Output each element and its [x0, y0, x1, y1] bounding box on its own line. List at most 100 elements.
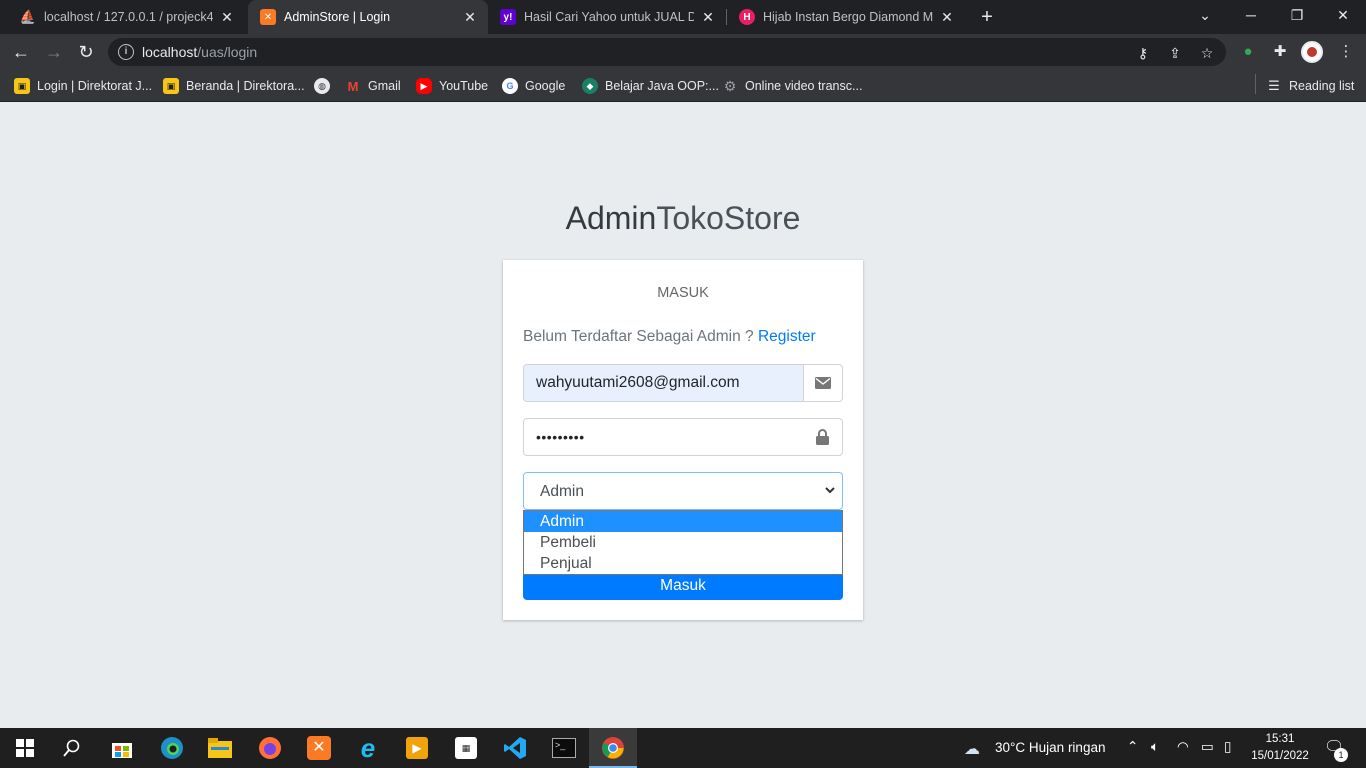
- bookmark-item[interactable]: ◍: [314, 77, 337, 95]
- bookmark-item[interactable]: G Google: [502, 77, 565, 95]
- share-icon[interactable]: ⇪: [1166, 44, 1184, 62]
- close-tab-icon[interactable]: ✕: [939, 9, 955, 26]
- clock-date: 15/01/2022: [1251, 750, 1309, 762]
- vscode-icon[interactable]: [501, 734, 529, 762]
- tab-hijab[interactable]: H Hijab Instan Bergo Diamond Mar ✕: [727, 0, 965, 34]
- edge-icon[interactable]: [158, 734, 186, 762]
- puzzle-icon[interactable]: ✚: [1270, 42, 1290, 62]
- clock-time: 15:31: [1265, 733, 1295, 745]
- key-icon[interactable]: ⚷: [1134, 44, 1152, 62]
- reading-list-button[interactable]: ☰ Reading list: [1266, 77, 1354, 95]
- reload-icon[interactable]: ↻: [74, 40, 98, 64]
- bookmark-label: Gmail: [368, 79, 401, 93]
- bookmark-star-icon[interactable]: ☆: [1198, 44, 1216, 62]
- weather-text[interactable]: 30°C Hujan ringan: [995, 740, 1105, 755]
- store-icon[interactable]: [108, 734, 136, 762]
- wifi-icon[interactable]: ◠: [1177, 739, 1189, 755]
- terminal-icon[interactable]: >_: [550, 734, 578, 762]
- weather-cloud-icon[interactable]: ☁: [964, 739, 980, 759]
- bookmark-item[interactable]: M Gmail: [345, 77, 401, 95]
- password-field-group: [523, 418, 843, 456]
- bookmark-label: Belajar Java OOP:...: [605, 79, 719, 93]
- close-tab-icon[interactable]: ✕: [219, 9, 235, 26]
- internet-explorer-icon[interactable]: e: [354, 734, 382, 762]
- email-field-group: [523, 364, 843, 402]
- battery-icon[interactable]: ▭: [1201, 739, 1214, 755]
- gmail-icon: M: [347, 78, 359, 94]
- tab-title: Hasil Cari Yahoo untuk JUAL DETA: [524, 10, 694, 24]
- bookmark-item[interactable]: ⚙ Online video transc...: [722, 77, 863, 95]
- brand-light: TokoStore: [656, 200, 801, 236]
- brand-bold: Admin: [565, 200, 657, 236]
- bookmark-item[interactable]: ◆ Belajar Java OOP:...: [582, 77, 719, 95]
- tab-title: localhost / 127.0.0.1 / projeck4 | p: [44, 10, 213, 24]
- firefox-icon[interactable]: [256, 734, 284, 762]
- back-icon[interactable]: ←: [9, 40, 33, 64]
- forward-icon[interactable]: →: [42, 40, 66, 64]
- login-card-title: MASUK: [657, 285, 709, 301]
- site-info-icon[interactable]: i: [118, 44, 134, 60]
- java-icon: ◆: [582, 78, 598, 94]
- search-icon[interactable]: [58, 734, 86, 762]
- bookmark-label: YouTube: [439, 79, 489, 93]
- profile-avatar[interactable]: [1301, 41, 1323, 63]
- browser-tab-strip: ⛵ localhost / 127.0.0.1 / projeck4 | p ✕…: [0, 0, 1366, 34]
- tab-phpmyadmin[interactable]: ⛵ localhost / 127.0.0.1 / projeck4 | p ✕: [8, 0, 245, 34]
- role-option-pembeli[interactable]: Pembeli: [524, 532, 842, 553]
- bookmark-item[interactable]: ▣ Beranda | Direktora...: [163, 77, 305, 95]
- extension-icon[interactable]: ●: [1238, 42, 1258, 62]
- gear-icon: ⚙: [723, 77, 737, 94]
- tab-yahoo-search[interactable]: y! Hasil Cari Yahoo untuk JUAL DETA ✕: [488, 0, 726, 34]
- password-field[interactable]: [524, 419, 804, 455]
- tab-title: AdminStore | Login: [284, 10, 391, 24]
- register-prompt-text: Belum Terdaftar Sebagai Admin ?: [523, 328, 758, 345]
- folder-icon: ▣: [14, 78, 30, 94]
- role-option-admin[interactable]: Admin: [524, 511, 842, 532]
- browser-toolbar: ← → ↻ i localhost/uas/login ⚷ ⇪ ☆ ● ✚ ⋮: [0, 34, 1366, 70]
- reading-list-icon: ☰: [1268, 78, 1280, 93]
- system-clock[interactable]: 15:31 15/01/2022: [1250, 731, 1310, 765]
- url-text[interactable]: localhost/uas/login: [142, 44, 257, 60]
- bookmark-label: Login | Direktorat J...: [37, 79, 153, 93]
- role-select[interactable]: Admin: [523, 472, 843, 510]
- close-tab-icon[interactable]: ✕: [462, 9, 478, 26]
- bookmark-label: Beranda | Direktora...: [186, 79, 305, 93]
- chevron-up-icon[interactable]: ⌃: [1127, 739, 1138, 755]
- calendar-app-icon[interactable]: ▦: [452, 734, 480, 762]
- media-player-icon[interactable]: ▶: [403, 734, 431, 762]
- tab-adminstore-login[interactable]: ✕ AdminStore | Login ✕: [248, 0, 488, 34]
- address-bar[interactable]: i localhost/uas/login ⚷ ⇪ ☆: [108, 38, 1226, 66]
- phpmyadmin-icon: ⛵: [19, 9, 37, 24]
- tab-search-icon[interactable]: ⌄: [1182, 0, 1228, 34]
- reading-list-label: Reading list: [1289, 79, 1355, 93]
- xampp-icon[interactable]: ✕: [305, 734, 333, 762]
- google-icon: G: [502, 78, 518, 94]
- register-link[interactable]: Register: [758, 328, 816, 345]
- file-explorer-icon[interactable]: [206, 734, 234, 762]
- minimize-button[interactable]: ─: [1228, 0, 1274, 34]
- bookmark-item[interactable]: ▶ YouTube: [416, 77, 488, 95]
- windows-start-icon[interactable]: [11, 734, 39, 762]
- chevron-down-icon: [825, 487, 835, 494]
- language-icon[interactable]: ▯: [1224, 739, 1231, 755]
- bookmark-item[interactable]: ▣ Login | Direktorat J...: [14, 77, 152, 95]
- brand-title[interactable]: AdminTokoStore: [503, 200, 863, 237]
- bookmark-label: Online video transc...: [745, 79, 863, 93]
- close-window-button[interactable]: ✕: [1320, 0, 1366, 34]
- bookmarks-bar: ▣ Login | Direktorat J... ▣ Beranda | Di…: [0, 70, 1366, 102]
- role-option-penjual[interactable]: Penjual: [524, 553, 842, 574]
- folder-icon: ▣: [163, 78, 179, 94]
- notification-badge: 1: [1334, 748, 1348, 762]
- tab-title: Hijab Instan Bergo Diamond Mar: [763, 10, 933, 24]
- menu-icon[interactable]: ⋮: [1336, 42, 1356, 62]
- xampp-icon: ✕: [260, 9, 276, 25]
- restore-button[interactable]: ❐: [1274, 0, 1320, 34]
- register-prompt: Belum Terdaftar Sebagai Admin ? Register: [523, 328, 816, 346]
- email-field[interactable]: [524, 365, 804, 401]
- chrome-icon[interactable]: [599, 734, 627, 762]
- yahoo-icon: y!: [500, 9, 516, 25]
- close-tab-icon[interactable]: ✕: [700, 9, 716, 26]
- new-tab-button[interactable]: +: [976, 6, 998, 28]
- h-icon: H: [739, 9, 755, 25]
- volume-icon[interactable]: 🔈︎: [1151, 739, 1159, 755]
